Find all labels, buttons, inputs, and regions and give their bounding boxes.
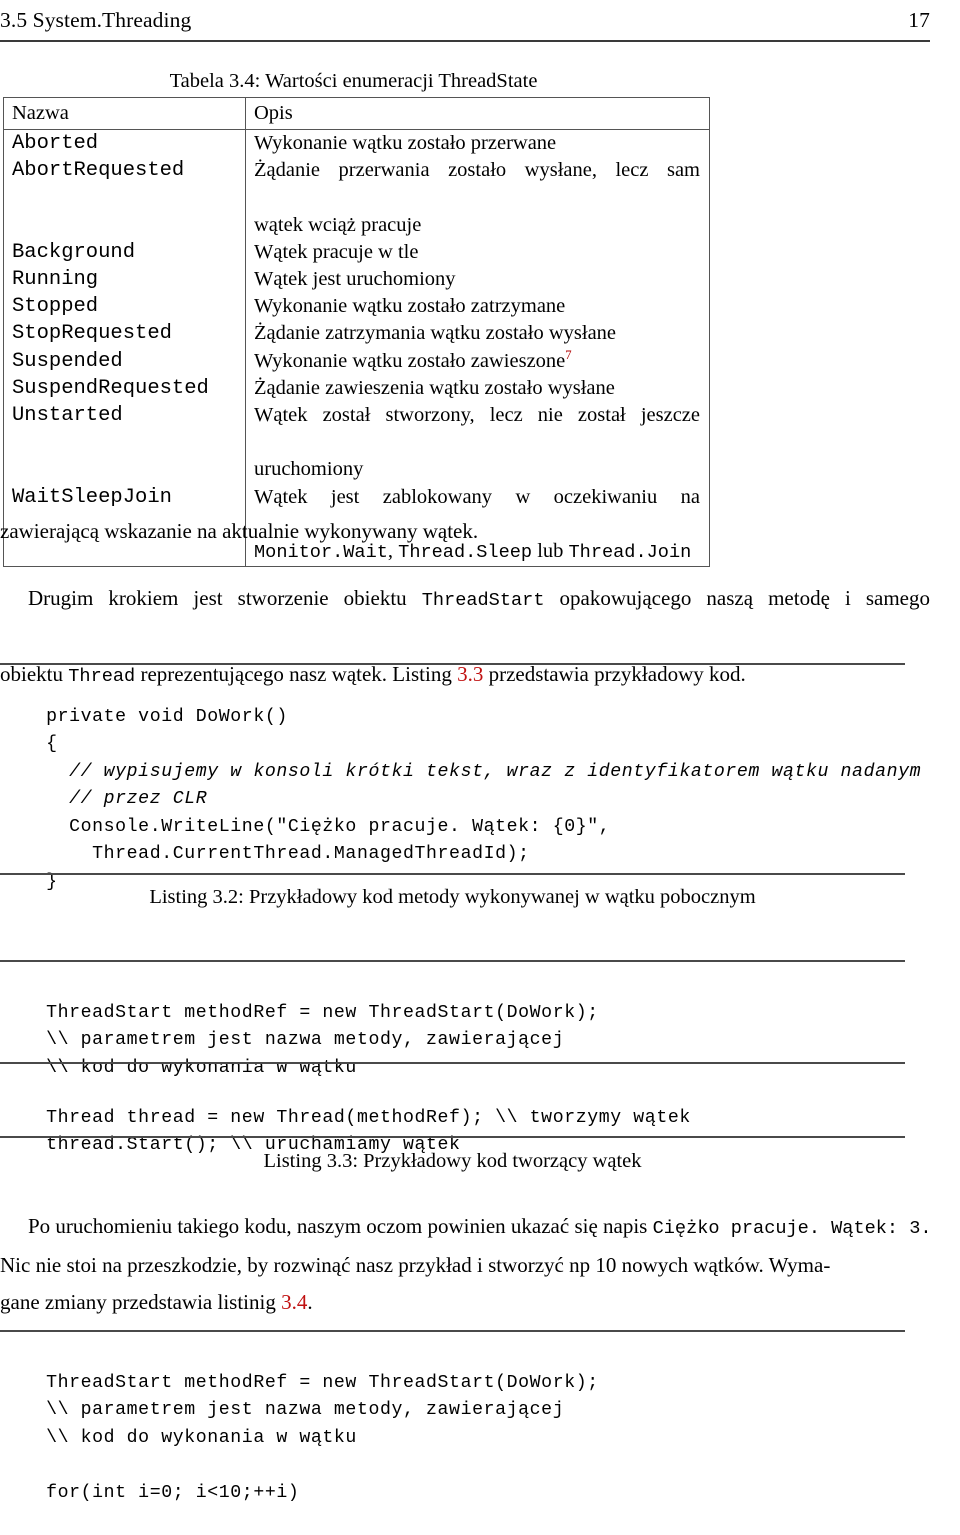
row-desc: Żądanie zatrzymania wątku zostało wysłan… <box>245 320 710 348</box>
table-caption: Tabela 3.4: Wartości enumeracji ThreadSt… <box>169 70 538 92</box>
listing33-rule-mid <box>0 1062 905 1064</box>
code-line: Console.WriteLine("Ciężko pracuje. Wątek… <box>46 816 611 837</box>
row-desc: Wykonanie wątku zostało przerwane <box>245 129 710 158</box>
code-line: { <box>46 734 58 754</box>
paragraph-line: zawierającą wskazanie na aktualnie wykon… <box>0 519 479 543</box>
row-desc: Wątek został stworzony, lecz nie został … <box>245 402 710 484</box>
code-console-output: Ciężko pracuje. Wątek: 3. <box>652 1218 932 1239</box>
table-row: Aborted Wykonanie wątku zostało przerwan… <box>3 129 710 158</box>
row-name: Suspended <box>3 347 246 375</box>
desc-line: uruchomiony <box>254 458 364 481</box>
row-desc: Wykonanie wątku zostało zatrzymane <box>245 293 710 321</box>
listing32-caption: Listing 3.2: Przykładowy kod metody wyko… <box>149 886 756 908</box>
table-body: Aborted Wykonanie wątku zostało przerwan… <box>3 129 710 567</box>
header-rule <box>0 40 930 42</box>
header-page-number: 17 <box>908 8 930 32</box>
text-fragment: opakowującego naszą metodę i samego <box>544 586 930 610</box>
header-section-title: 3.5 System.Threading <box>0 8 192 32</box>
listing33-rule-top <box>0 960 905 962</box>
code-line: private void DoWork() <box>46 706 288 727</box>
row-name: StopRequested <box>3 320 246 348</box>
listing34-rule-top <box>0 1330 905 1332</box>
paragraph-po-uruchomieniu: Po uruchomieniu takiego kodu, naszym ocz… <box>0 1208 932 1321</box>
desc-line: Wykonanie wątku zostało zawieszone <box>254 349 566 372</box>
row-name: Aborted <box>3 129 246 158</box>
paragraph-line: Po uruchomieniu takiego kodu, naszym ocz… <box>0 1208 932 1247</box>
listing33-rule-bottom <box>0 1136 905 1138</box>
listing33-caption: Listing 3.3: Przykładowy kod tworzący wą… <box>263 1150 642 1172</box>
desc-line: Wykonanie wątku zostało przerwane <box>254 132 557 154</box>
table-row: AbortRequested Żądanie przerwania został… <box>3 157 710 239</box>
desc-line: Wykonanie wątku zostało zatrzymane <box>254 295 566 318</box>
desc-line: Wątek pracuje w tle <box>254 240 419 263</box>
text-fragment: Po uruchomieniu takiego kodu, naszym ocz… <box>28 1214 653 1238</box>
desc-line: Żądanie zatrzymania wątku zostało wysłan… <box>254 322 617 345</box>
code-threadstart: ThreadStart <box>421 590 545 611</box>
footnote-marker[interactable]: 7 <box>565 348 571 362</box>
desc-line: wątek wciąż pracuje <box>254 213 422 236</box>
code-line: \\ kod do wykonania w wątku <box>46 1057 357 1078</box>
row-name: Unstarted <box>3 402 246 484</box>
table-threadstate: Nazwa Opis Aborted Wykonanie wątku zosta… <box>3 97 710 568</box>
row-name: Running <box>3 266 246 294</box>
listing32-rule-bottom <box>0 873 905 875</box>
code-line: Thread thread = new Thread(methodRef); \… <box>46 1107 691 1128</box>
paragraph-line: gane zmiany przedstawia listinig 3.4. <box>0 1284 930 1321</box>
table-head: Nazwa Opis <box>3 97 710 130</box>
table-row: Unstarted Wątek został stworzony, lecz n… <box>3 402 710 484</box>
link-listing-3-4[interactable]: 3.4 <box>281 1290 307 1314</box>
table-row: SuspendRequested Żądanie zawieszenia wąt… <box>3 374 710 403</box>
listing34-code: ThreadStart methodRef = new ThreadStart(… <box>0 1342 930 1535</box>
code-line-comment: // przez CLR <box>46 789 208 809</box>
table-header-opis: Opis <box>245 97 710 130</box>
table-row: StopRequested Żądanie zatrzymania wątku … <box>3 320 710 348</box>
table-row: Background Wątek pracuje w tle <box>3 238 710 267</box>
paragraph-line: Drugim krokiem jest stworzenie obiektu T… <box>0 580 930 656</box>
table-header-nazwa: Nazwa <box>3 97 246 130</box>
row-desc: Wykonanie wątku zostało zawieszone7 <box>245 347 710 375</box>
code-line: \\ parametrem jest nazwa metody, zawiera… <box>46 1400 565 1420</box>
table-header-row: Nazwa Opis <box>3 97 710 130</box>
code-line: ThreadStart methodRef = new ThreadStart(… <box>46 1372 599 1393</box>
row-desc: Wątek pracuje w tle <box>245 238 710 267</box>
code-line-comment: // wypisujemy w konsoli krótki tekst, wr… <box>46 761 922 782</box>
row-desc: Żądanie przerwania zostało wysłane, lecz… <box>245 157 710 239</box>
row-desc: Żądanie zawieszenia wątku zostało wysłan… <box>245 374 710 403</box>
listing32-rule-top <box>0 663 905 665</box>
row-name: AbortRequested <box>3 157 246 239</box>
row-name: Background <box>3 238 246 267</box>
code-line: \\ parametrem jest nazwa metody, zawiera… <box>46 1030 565 1050</box>
table-row: Running Wątek jest uruchomiony <box>3 266 710 294</box>
row-name: SuspendRequested <box>3 374 246 403</box>
paragraph-zawierajaca: zawierającą wskazanie na aktualnie wykon… <box>0 513 930 550</box>
desc-line: Wątek został stworzony, lecz nie został … <box>254 404 700 427</box>
code-line: for(int i=0; i<10;++i) <box>46 1482 300 1503</box>
desc-line: Wątek jest uruchomiony <box>254 268 456 291</box>
desc-line: Żądanie zawieszenia wątku zostało wysłan… <box>254 376 615 399</box>
text-fragment: gane zmiany przedstawia listinig <box>0 1290 282 1314</box>
code-line: \\ kod do wykonania w wątku <box>46 1427 357 1448</box>
document-page: 3.5 System.Threading 17 Tabela 3.4: Wart… <box>0 0 960 1503</box>
row-name: Stopped <box>3 293 246 321</box>
table-threadstate-wrapper: Tabela 3.4: Wartości enumeracji ThreadSt… <box>0 70 930 568</box>
table-row: Stopped Wykonanie wątku zostało zatrzyma… <box>3 293 710 321</box>
table-row: Suspended Wykonanie wątku zostało zawies… <box>3 347 710 375</box>
code-line: Thread.CurrentThread.ManagedThreadId); <box>46 844 530 864</box>
row-desc: Wątek jest uruchomiony <box>245 266 710 294</box>
page-header: 3.5 System.Threading 17 <box>0 8 930 33</box>
desc-line: Żądanie przerwania zostało wysłane, lecz… <box>254 159 700 182</box>
text-fragment: Drugim krokiem jest stworzenie obiektu <box>28 586 422 610</box>
text-fragment: . <box>307 1290 313 1314</box>
code-line: ThreadStart methodRef = new ThreadStart(… <box>46 1002 599 1023</box>
paragraph-line: Nic nie stoi na przeszkodzie, by rozwiną… <box>0 1253 831 1277</box>
